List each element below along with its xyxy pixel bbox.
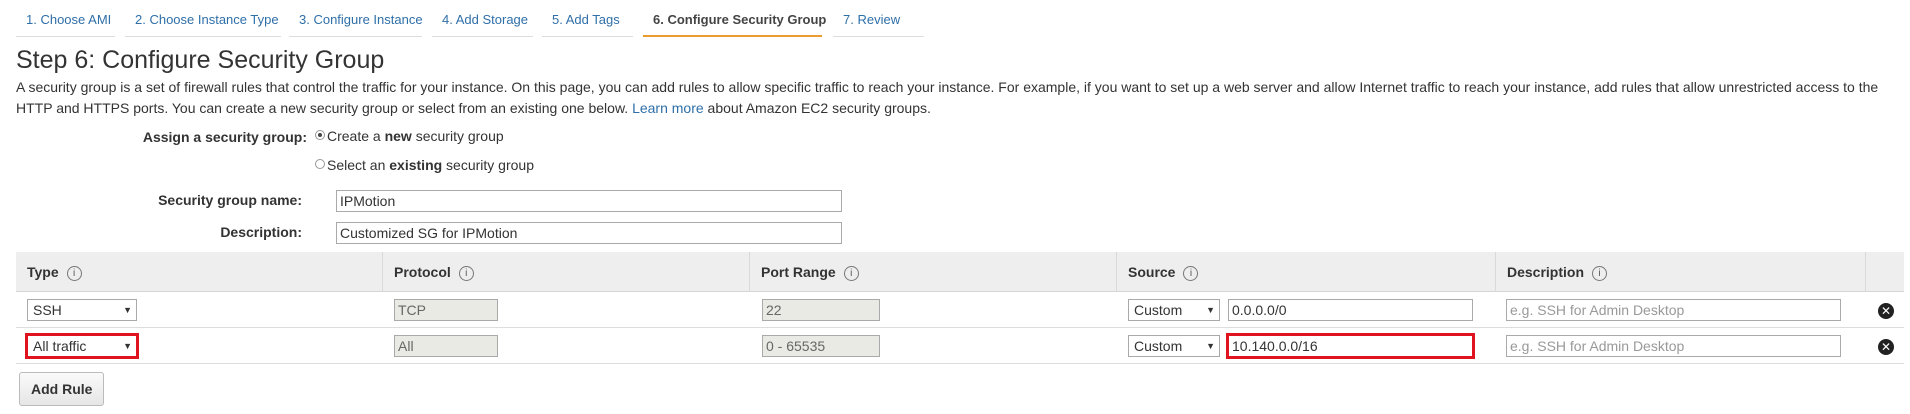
tab-review[interactable]: 7. Review — [833, 0, 924, 37]
tab-configure-security-group[interactable]: 6. Configure Security Group — [643, 0, 826, 37]
security-group-name-input[interactable]: IPMotion — [336, 190, 842, 212]
type-select-value: SSH — [33, 302, 62, 318]
assign-security-group-label: Assign a security group: — [142, 129, 307, 145]
security-group-name-label: Security group name: — [158, 192, 302, 208]
dropdown-arrow-icon: ▼ — [123, 305, 132, 315]
learn-more-link[interactable]: Learn more — [632, 100, 704, 116]
type-select[interactable]: SSH ▼ — [27, 299, 137, 321]
intro-paragraph: A security group is a set of firewall ru… — [16, 77, 1896, 119]
column-header-port-range: Port Range i — [749, 252, 1116, 292]
radio-existing-text-bold: existing — [389, 157, 443, 173]
radio-create-new-security-group[interactable]: Create a new security group — [315, 128, 504, 144]
radio-new-text-post: security group — [411, 128, 504, 144]
column-header-protocol: Protocol i — [382, 252, 749, 292]
remove-rule-icon[interactable]: ✕ — [1878, 339, 1894, 355]
wizard-tabs: 1. Choose AMI 2. Choose Instance Type 3.… — [0, 0, 1910, 38]
type-select[interactable]: All traffic ▼ — [25, 333, 139, 359]
radio-select-existing-security-group[interactable]: Select an existing security group — [315, 157, 534, 173]
column-header-port-range-label: Port Range — [761, 264, 836, 280]
tab-add-tags[interactable]: 5. Add Tags — [542, 0, 633, 37]
info-icon[interactable]: i — [1592, 266, 1608, 281]
radio-existing-text-post: security group — [442, 157, 534, 173]
protocol-field: TCP — [394, 299, 498, 321]
protocol-field: All — [394, 335, 498, 357]
column-header-description: Description i — [1495, 252, 1865, 292]
info-icon[interactable]: i — [66, 266, 82, 281]
radio-new-text-pre: Create a — [327, 128, 385, 144]
radio-selected-icon[interactable] — [315, 130, 325, 140]
description-label: Description: — [220, 224, 302, 240]
info-icon[interactable]: i — [1183, 266, 1199, 281]
source-select[interactable]: Custom ▼ — [1128, 299, 1220, 321]
intro-suffix: about Amazon EC2 security groups. — [707, 100, 931, 116]
source-cidr-input[interactable]: 0.0.0.0/0 — [1228, 299, 1473, 321]
tab-configure-instance[interactable]: 3. Configure Instance — [289, 0, 423, 37]
dropdown-arrow-icon: ▼ — [123, 341, 132, 351]
tab-choose-instance-type[interactable]: 2. Choose Instance Type — [125, 0, 281, 37]
info-icon[interactable]: i — [843, 266, 859, 281]
description-input[interactable]: Customized SG for IPMotion — [336, 222, 842, 244]
source-select-value: Custom — [1134, 302, 1183, 318]
add-rule-button[interactable]: Add Rule — [19, 372, 105, 406]
column-header-source-label: Source — [1128, 264, 1176, 280]
dropdown-arrow-icon: ▼ — [1206, 305, 1215, 315]
radio-new-text-bold: new — [384, 128, 412, 144]
column-header-source: Source i — [1116, 252, 1495, 292]
column-header-remove — [1865, 252, 1904, 292]
radio-unselected-icon[interactable] — [315, 159, 325, 169]
radio-existing-text-pre: Select an — [327, 157, 390, 173]
column-header-protocol-label: Protocol — [394, 264, 451, 280]
source-select[interactable]: Custom ▼ — [1128, 335, 1220, 357]
rule-description-input[interactable]: e.g. SSH for Admin Desktop — [1506, 299, 1841, 321]
source-cidr-input[interactable]: 10.140.0.0/16 — [1226, 333, 1475, 359]
rules-table-header: Type i Protocol i Port Range i Source i Desc… — [16, 252, 1904, 292]
port-range-field: 22 — [762, 299, 880, 321]
table-row: SSH ▼ TCP 22 Custom ▼ 0.0.0.0/0 e.g. SSH f… — [16, 292, 1904, 328]
column-header-description-label: Description — [1507, 264, 1585, 280]
info-icon[interactable]: i — [458, 266, 474, 281]
dropdown-arrow-icon: ▼ — [1206, 341, 1215, 351]
tab-add-storage[interactable]: 4. Add Storage — [432, 0, 533, 37]
remove-rule-icon[interactable]: ✕ — [1878, 303, 1894, 319]
page-title: Step 6: Configure Security Group — [16, 46, 385, 74]
type-select-value: All traffic — [33, 338, 87, 354]
tab-choose-ami[interactable]: 1. Choose AMI — [16, 0, 115, 37]
rule-description-input[interactable]: e.g. SSH for Admin Desktop — [1506, 335, 1841, 357]
table-row: All traffic ▼ All 0 - 65535 Custom ▼ 10.14… — [16, 328, 1904, 364]
port-range-field: 0 - 65535 — [762, 335, 880, 357]
column-header-type: Type i — [16, 252, 382, 292]
source-select-value: Custom — [1134, 338, 1183, 354]
column-header-type-label: Type — [27, 264, 59, 280]
intro-text: A security group is a set of firewall ru… — [16, 79, 1879, 116]
